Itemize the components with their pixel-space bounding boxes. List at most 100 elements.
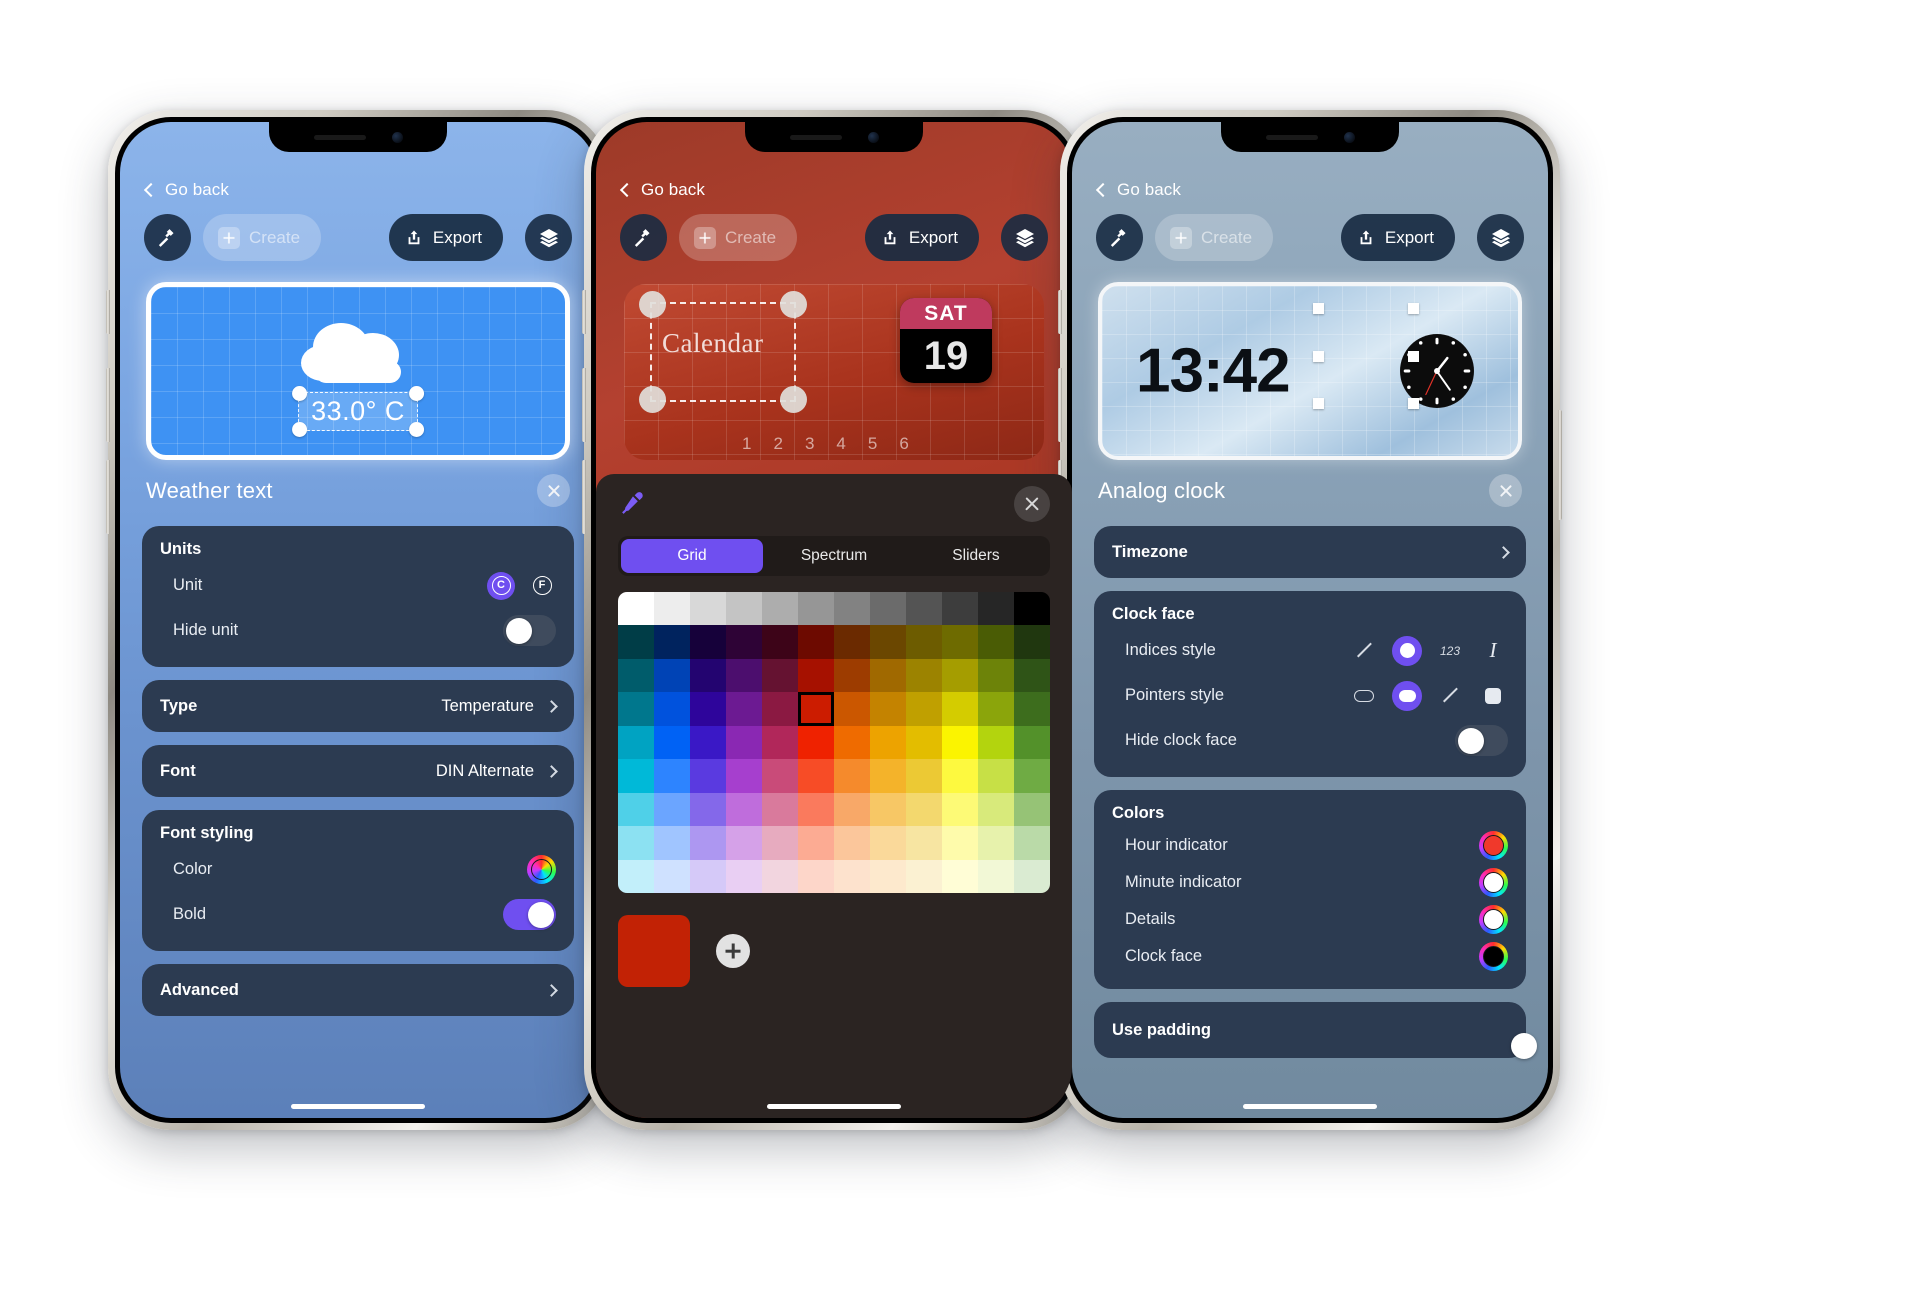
color-cell[interactable] [762,725,798,760]
color-cell[interactable] [654,592,690,626]
create-button[interactable]: Create [203,214,322,261]
color-cell[interactable] [726,625,762,659]
color-cell[interactable] [798,859,834,894]
color-cell[interactable] [1014,658,1050,693]
color-cell[interactable] [618,859,654,894]
color-cell[interactable] [942,658,978,693]
color-cell[interactable] [1014,759,1050,793]
resize-handle-br[interactable] [1408,398,1419,409]
resize-handle-ml[interactable] [1313,351,1324,362]
color-cell[interactable] [762,592,798,626]
home-indicator[interactable] [291,1104,425,1109]
font-row[interactable]: Font DIN Alternate [142,745,574,797]
color-cell[interactable] [906,725,942,760]
color-cell[interactable] [1014,826,1050,860]
minute-indicator-swatch[interactable] [1479,868,1508,897]
color-cell[interactable] [798,692,834,726]
mute-switch[interactable] [1058,290,1062,334]
color-cell[interactable] [654,826,690,860]
back-button[interactable]: Go back [1095,180,1181,200]
layers-button[interactable] [525,214,572,261]
color-cell[interactable] [906,592,942,626]
close-panel-button[interactable] [537,474,570,507]
layers-button[interactable] [1001,214,1048,261]
pointers-option-line[interactable] [1435,681,1465,711]
color-cell[interactable] [978,792,1014,827]
color-cell[interactable] [798,792,834,827]
color-cell[interactable] [942,625,978,659]
color-cell[interactable] [618,826,654,860]
color-cell[interactable] [942,692,978,726]
tools-button[interactable] [144,214,191,261]
color-cell[interactable] [654,792,690,827]
mute-switch[interactable] [106,290,110,334]
indices-option-italic[interactable]: I [1478,636,1508,666]
color-cell[interactable] [690,826,726,860]
color-cell[interactable] [618,658,654,693]
color-cell[interactable] [726,725,762,760]
color-cell[interactable] [870,692,906,726]
layers-button[interactable] [1477,214,1524,261]
create-button[interactable]: Create [1155,214,1274,261]
color-cell[interactable] [870,592,906,626]
color-cell[interactable] [690,725,726,760]
hour-indicator-swatch[interactable] [1479,831,1508,860]
color-cell[interactable] [618,625,654,659]
color-cell[interactable] [654,859,690,894]
volume-up-button[interactable] [582,368,586,442]
color-cell[interactable] [834,625,870,659]
resize-handle-tr[interactable] [1408,303,1419,314]
color-cell[interactable] [978,859,1014,894]
color-cell[interactable] [834,725,870,760]
color-cell[interactable] [762,859,798,894]
home-indicator[interactable] [767,1104,901,1109]
color-cell[interactable] [906,692,942,726]
color-grid[interactable] [618,592,1050,894]
pointers-option-square[interactable] [1478,681,1508,711]
color-cell[interactable] [942,792,978,827]
color-cell[interactable] [726,592,762,626]
indices-option-numbers[interactable]: 123 [1435,636,1465,666]
color-cell[interactable] [690,759,726,793]
color-cell[interactable] [762,759,798,793]
color-cell[interactable] [1014,859,1050,894]
color-cell[interactable] [978,625,1014,659]
color-cell[interactable] [978,692,1014,726]
color-cell[interactable] [798,592,834,626]
color-cell[interactable] [834,759,870,793]
back-button[interactable]: Go back [143,180,229,200]
create-button[interactable]: Create [679,214,798,261]
resize-handle-br[interactable] [408,422,424,437]
color-cell[interactable] [906,625,942,659]
color-cell[interactable] [690,792,726,827]
color-cell[interactable] [798,625,834,659]
home-indicator[interactable] [1243,1104,1377,1109]
color-cell[interactable] [906,792,942,827]
pointers-option-rounded-outline[interactable] [1349,681,1379,711]
selection-box[interactable] [1313,303,1419,409]
color-cell[interactable] [1014,692,1050,726]
color-cell[interactable] [618,725,654,760]
color-cell[interactable] [870,725,906,760]
color-cell[interactable] [618,759,654,793]
hide-unit-toggle[interactable] [503,615,556,646]
color-cell[interactable] [798,826,834,860]
tools-button[interactable] [620,214,667,261]
resize-handle-tl[interactable] [1313,303,1324,314]
volume-up-button[interactable] [106,368,110,442]
resize-handle-br[interactable] [780,386,807,413]
color-cell[interactable] [726,759,762,793]
color-cell[interactable] [942,759,978,793]
color-cell[interactable] [726,692,762,726]
selection-box[interactable] [639,291,807,413]
color-cell[interactable] [1014,625,1050,659]
widget-canvas-clock[interactable]: 13:42 [1098,282,1522,460]
widget-canvas-weather[interactable]: 33.0° C [146,282,570,460]
color-cell[interactable] [870,859,906,894]
color-cell[interactable] [834,826,870,860]
color-cell[interactable] [834,592,870,626]
pointers-option-oval[interactable] [1392,680,1422,711]
color-cell[interactable] [906,759,942,793]
hide-clock-face-toggle[interactable] [1455,725,1508,756]
color-cell[interactable] [870,826,906,860]
